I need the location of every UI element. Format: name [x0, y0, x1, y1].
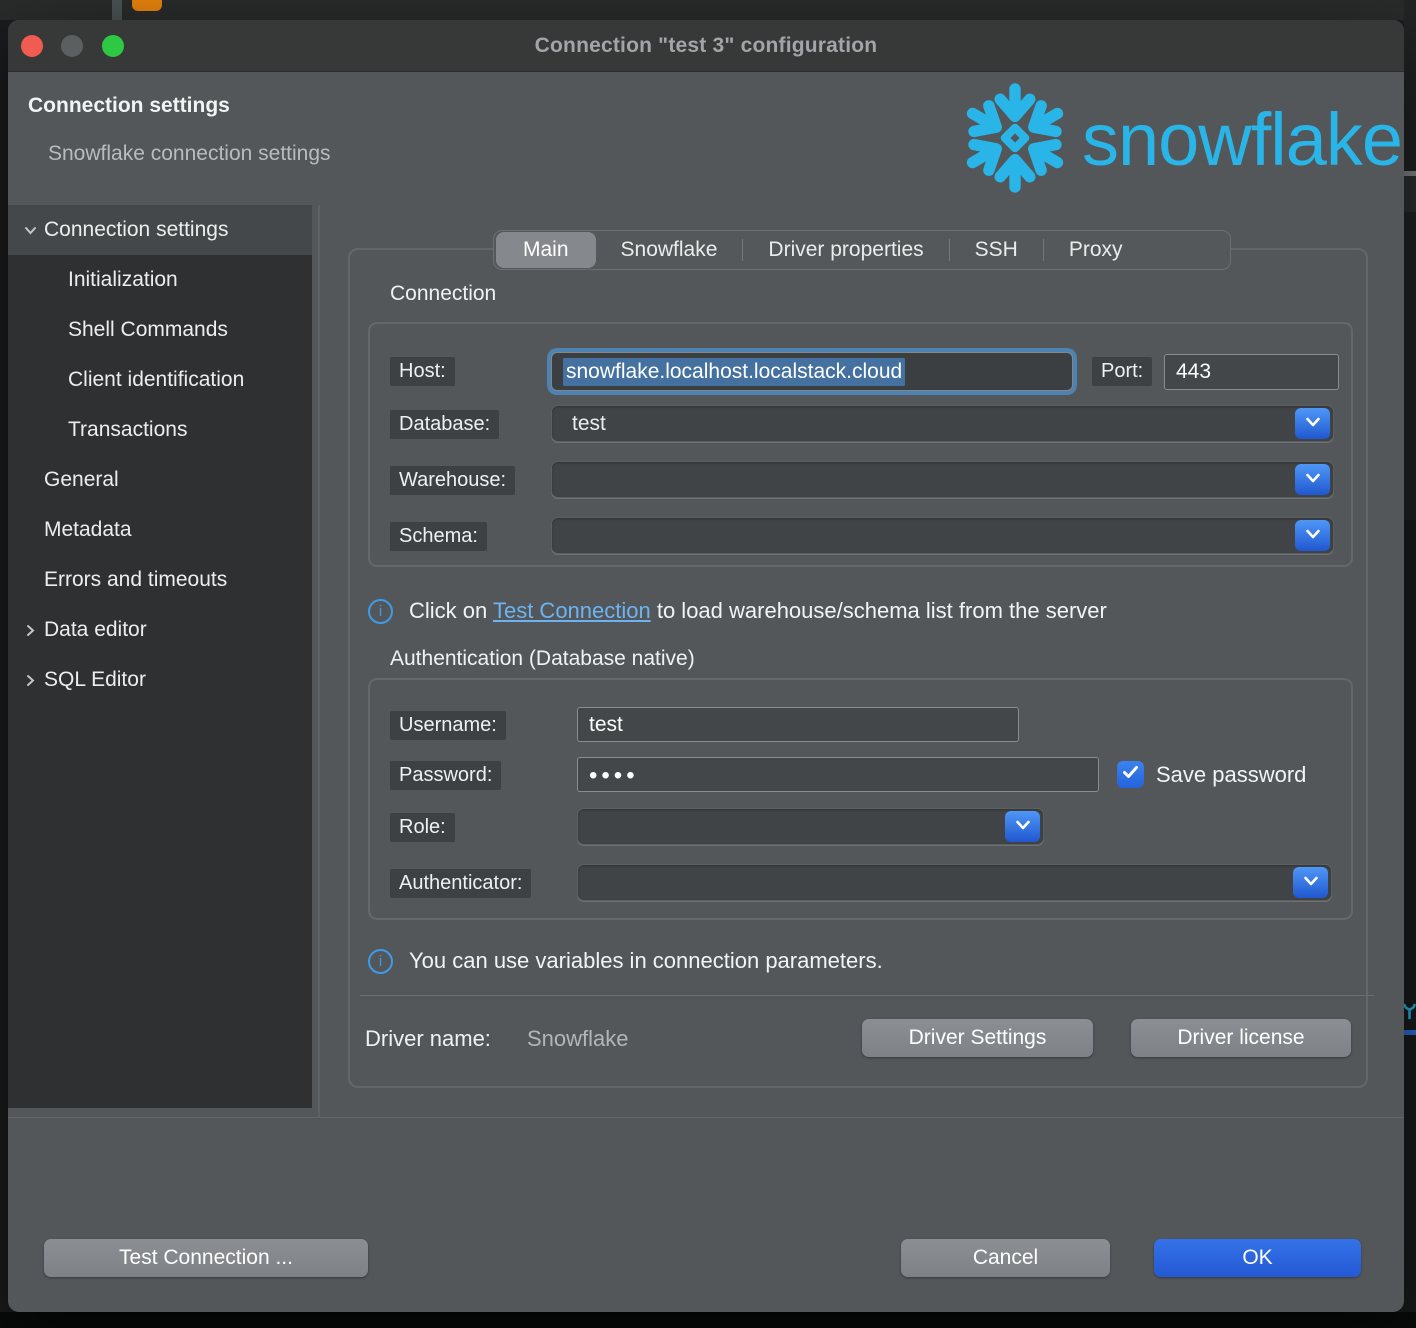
- background-desktop-bottom: [0, 1312, 1416, 1328]
- schema-combo[interactable]: [551, 517, 1334, 554]
- schema-label: Schema:: [390, 522, 487, 551]
- tab-driver-properties[interactable]: Driver properties: [743, 232, 948, 268]
- window-title: Connection "test 3" configuration: [535, 34, 878, 58]
- sidebar-item-metadata[interactable]: Metadata: [8, 505, 312, 555]
- zoom-button[interactable]: [102, 35, 124, 57]
- role-label: Role:: [390, 813, 455, 842]
- warehouse-dropdown-button[interactable]: [1295, 464, 1330, 495]
- brand-wordmark: snowflake: [1082, 103, 1404, 177]
- info-icon: i: [368, 949, 393, 974]
- connection-configuration-dialog: Connection "test 3" configuration Connec…: [8, 20, 1404, 1312]
- host-input[interactable]: snowflake.localhost.localstack.cloud: [551, 352, 1073, 391]
- save-password-label[interactable]: Save password: [1156, 762, 1306, 788]
- cancel-button[interactable]: Cancel: [901, 1239, 1110, 1277]
- page-title: Connection settings: [28, 94, 230, 118]
- tab-snowflake[interactable]: Snowflake: [596, 232, 743, 268]
- background-band: [1404, 176, 1416, 212]
- background-app-icon: [132, 0, 162, 11]
- chevron-down-icon: [1305, 528, 1321, 543]
- password-input[interactable]: ••••: [577, 757, 1099, 792]
- chevron-right-icon[interactable]: [20, 670, 40, 690]
- save-password-checkbox[interactable]: [1117, 761, 1144, 788]
- dialog-header: Connection settings Snowflake connection…: [8, 72, 1404, 205]
- driver-settings-button[interactable]: Driver Settings: [862, 1019, 1093, 1057]
- password-label: Password:: [390, 761, 501, 790]
- warehouse-combo[interactable]: [551, 461, 1334, 498]
- driver-separator: [360, 995, 1374, 996]
- tab-ssh[interactable]: SSH: [950, 232, 1043, 268]
- footer-separator: [8, 1117, 1404, 1118]
- host-label: Host:: [390, 357, 455, 386]
- sidebar-item-transactions[interactable]: Transactions: [8, 405, 312, 455]
- minimize-button[interactable]: [61, 35, 83, 57]
- background-window-top: [0, 0, 1404, 20]
- sidebar-item-general[interactable]: General: [8, 455, 312, 505]
- tab-bar: Main Snowflake Driver properties SSH Pro…: [493, 230, 1231, 270]
- chevron-down-icon: [1305, 416, 1321, 431]
- chevron-down-icon: [1015, 819, 1031, 834]
- sidebar-item-initialization[interactable]: Initialization: [8, 255, 312, 305]
- hint-prefix: Click on: [409, 598, 493, 623]
- variables-hint: i You can use variables in connection pa…: [368, 948, 883, 974]
- driver-name-value: Snowflake: [527, 1026, 629, 1052]
- authenticator-dropdown-button[interactable]: [1293, 867, 1328, 898]
- sidebar-item-connection-settings[interactable]: Connection settings: [8, 205, 312, 255]
- sidebar-item-sql-editor[interactable]: SQL Editor: [8, 655, 312, 705]
- sidebar-item-data-editor[interactable]: Data editor: [8, 605, 312, 655]
- ok-button[interactable]: OK: [1154, 1239, 1361, 1277]
- brand-logo: snowflake: [884, 80, 1404, 200]
- page-subtitle: Snowflake connection settings: [48, 142, 331, 166]
- port-input[interactable]: 443: [1164, 354, 1339, 390]
- authenticator-label: Authenticator:: [390, 869, 531, 898]
- connection-groupbox: Host: snowflake.localhost.localstack.clo…: [368, 322, 1353, 567]
- sidebar-item-client-identification[interactable]: Client identification: [8, 355, 312, 405]
- test-connection-button[interactable]: Test Connection ...: [44, 1239, 368, 1277]
- database-label: Database:: [390, 410, 499, 439]
- chevron-down-icon: [1303, 875, 1319, 890]
- sidebar-item-errors-and-timeouts[interactable]: Errors and timeouts: [8, 555, 312, 605]
- driver-license-button[interactable]: Driver license: [1131, 1019, 1351, 1057]
- titlebar[interactable]: Connection "test 3" configuration: [8, 20, 1404, 72]
- variables-hint-text: You can use variables in connection para…: [409, 948, 883, 974]
- database-combo[interactable]: test: [551, 405, 1334, 442]
- chevron-down-icon: [1305, 472, 1321, 487]
- port-label: Port:: [1092, 357, 1152, 386]
- checkmark-icon: [1122, 765, 1139, 784]
- screen: Connection "test 3" configuration Connec…: [0, 0, 1416, 1328]
- role-dropdown-button[interactable]: [1005, 811, 1040, 842]
- connection-group-label: Connection: [390, 282, 496, 306]
- username-input[interactable]: test: [577, 707, 1019, 742]
- settings-tree: Connection settings Initialization Shell…: [8, 205, 312, 1108]
- role-combo[interactable]: [577, 808, 1044, 845]
- schema-dropdown-button[interactable]: [1295, 520, 1330, 551]
- chevron-right-icon[interactable]: [20, 620, 40, 640]
- hint-suffix: to load warehouse/schema list from the s…: [651, 598, 1107, 623]
- background-blue-bar: [1404, 1030, 1416, 1035]
- background-dark-band: [1404, 520, 1416, 1328]
- sidebar-item-shell-commands[interactable]: Shell Commands: [8, 305, 312, 355]
- driver-name-label: Driver name:: [365, 1026, 491, 1052]
- background-toolbar-divider: [112, 0, 122, 20]
- warehouse-label: Warehouse:: [390, 466, 515, 495]
- test-connection-hint: i Click on Test Connection to load wareh…: [368, 598, 1107, 624]
- chevron-down-icon[interactable]: [20, 220, 40, 240]
- test-connection-link[interactable]: Test Connection: [493, 598, 651, 623]
- tab-main[interactable]: Main: [496, 232, 596, 268]
- close-button[interactable]: [21, 35, 43, 57]
- auth-groupbox: Username: test Password: •••• Save passw…: [368, 678, 1353, 920]
- auth-group-label: Authentication (Database native): [390, 647, 695, 671]
- authenticator-combo[interactable]: [577, 864, 1332, 901]
- database-dropdown-button[interactable]: [1295, 408, 1330, 439]
- snowflake-logo-icon: [958, 81, 1072, 200]
- sidebar-divider: [318, 205, 320, 1117]
- username-label: Username:: [390, 711, 506, 740]
- background-cyan-icon: [1403, 1003, 1416, 1021]
- tab-proxy[interactable]: Proxy: [1044, 232, 1148, 268]
- info-icon: i: [368, 599, 393, 624]
